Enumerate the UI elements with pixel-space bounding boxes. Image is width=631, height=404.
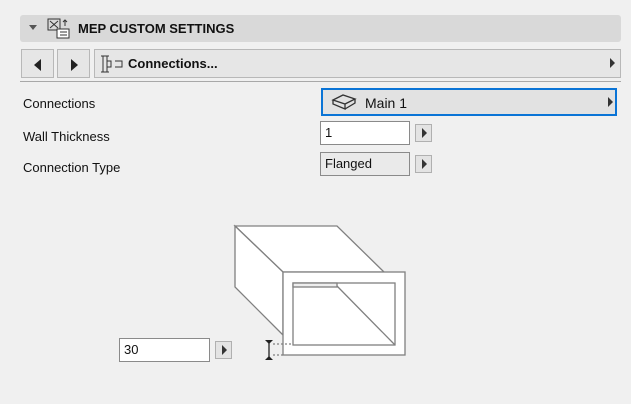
thickness-dimension-menu-button[interactable] bbox=[215, 341, 232, 359]
duct-diagram bbox=[233, 224, 406, 360]
thickness-dimension-input[interactable]: 30 bbox=[119, 338, 210, 362]
arrow-right-icon bbox=[222, 345, 227, 355]
